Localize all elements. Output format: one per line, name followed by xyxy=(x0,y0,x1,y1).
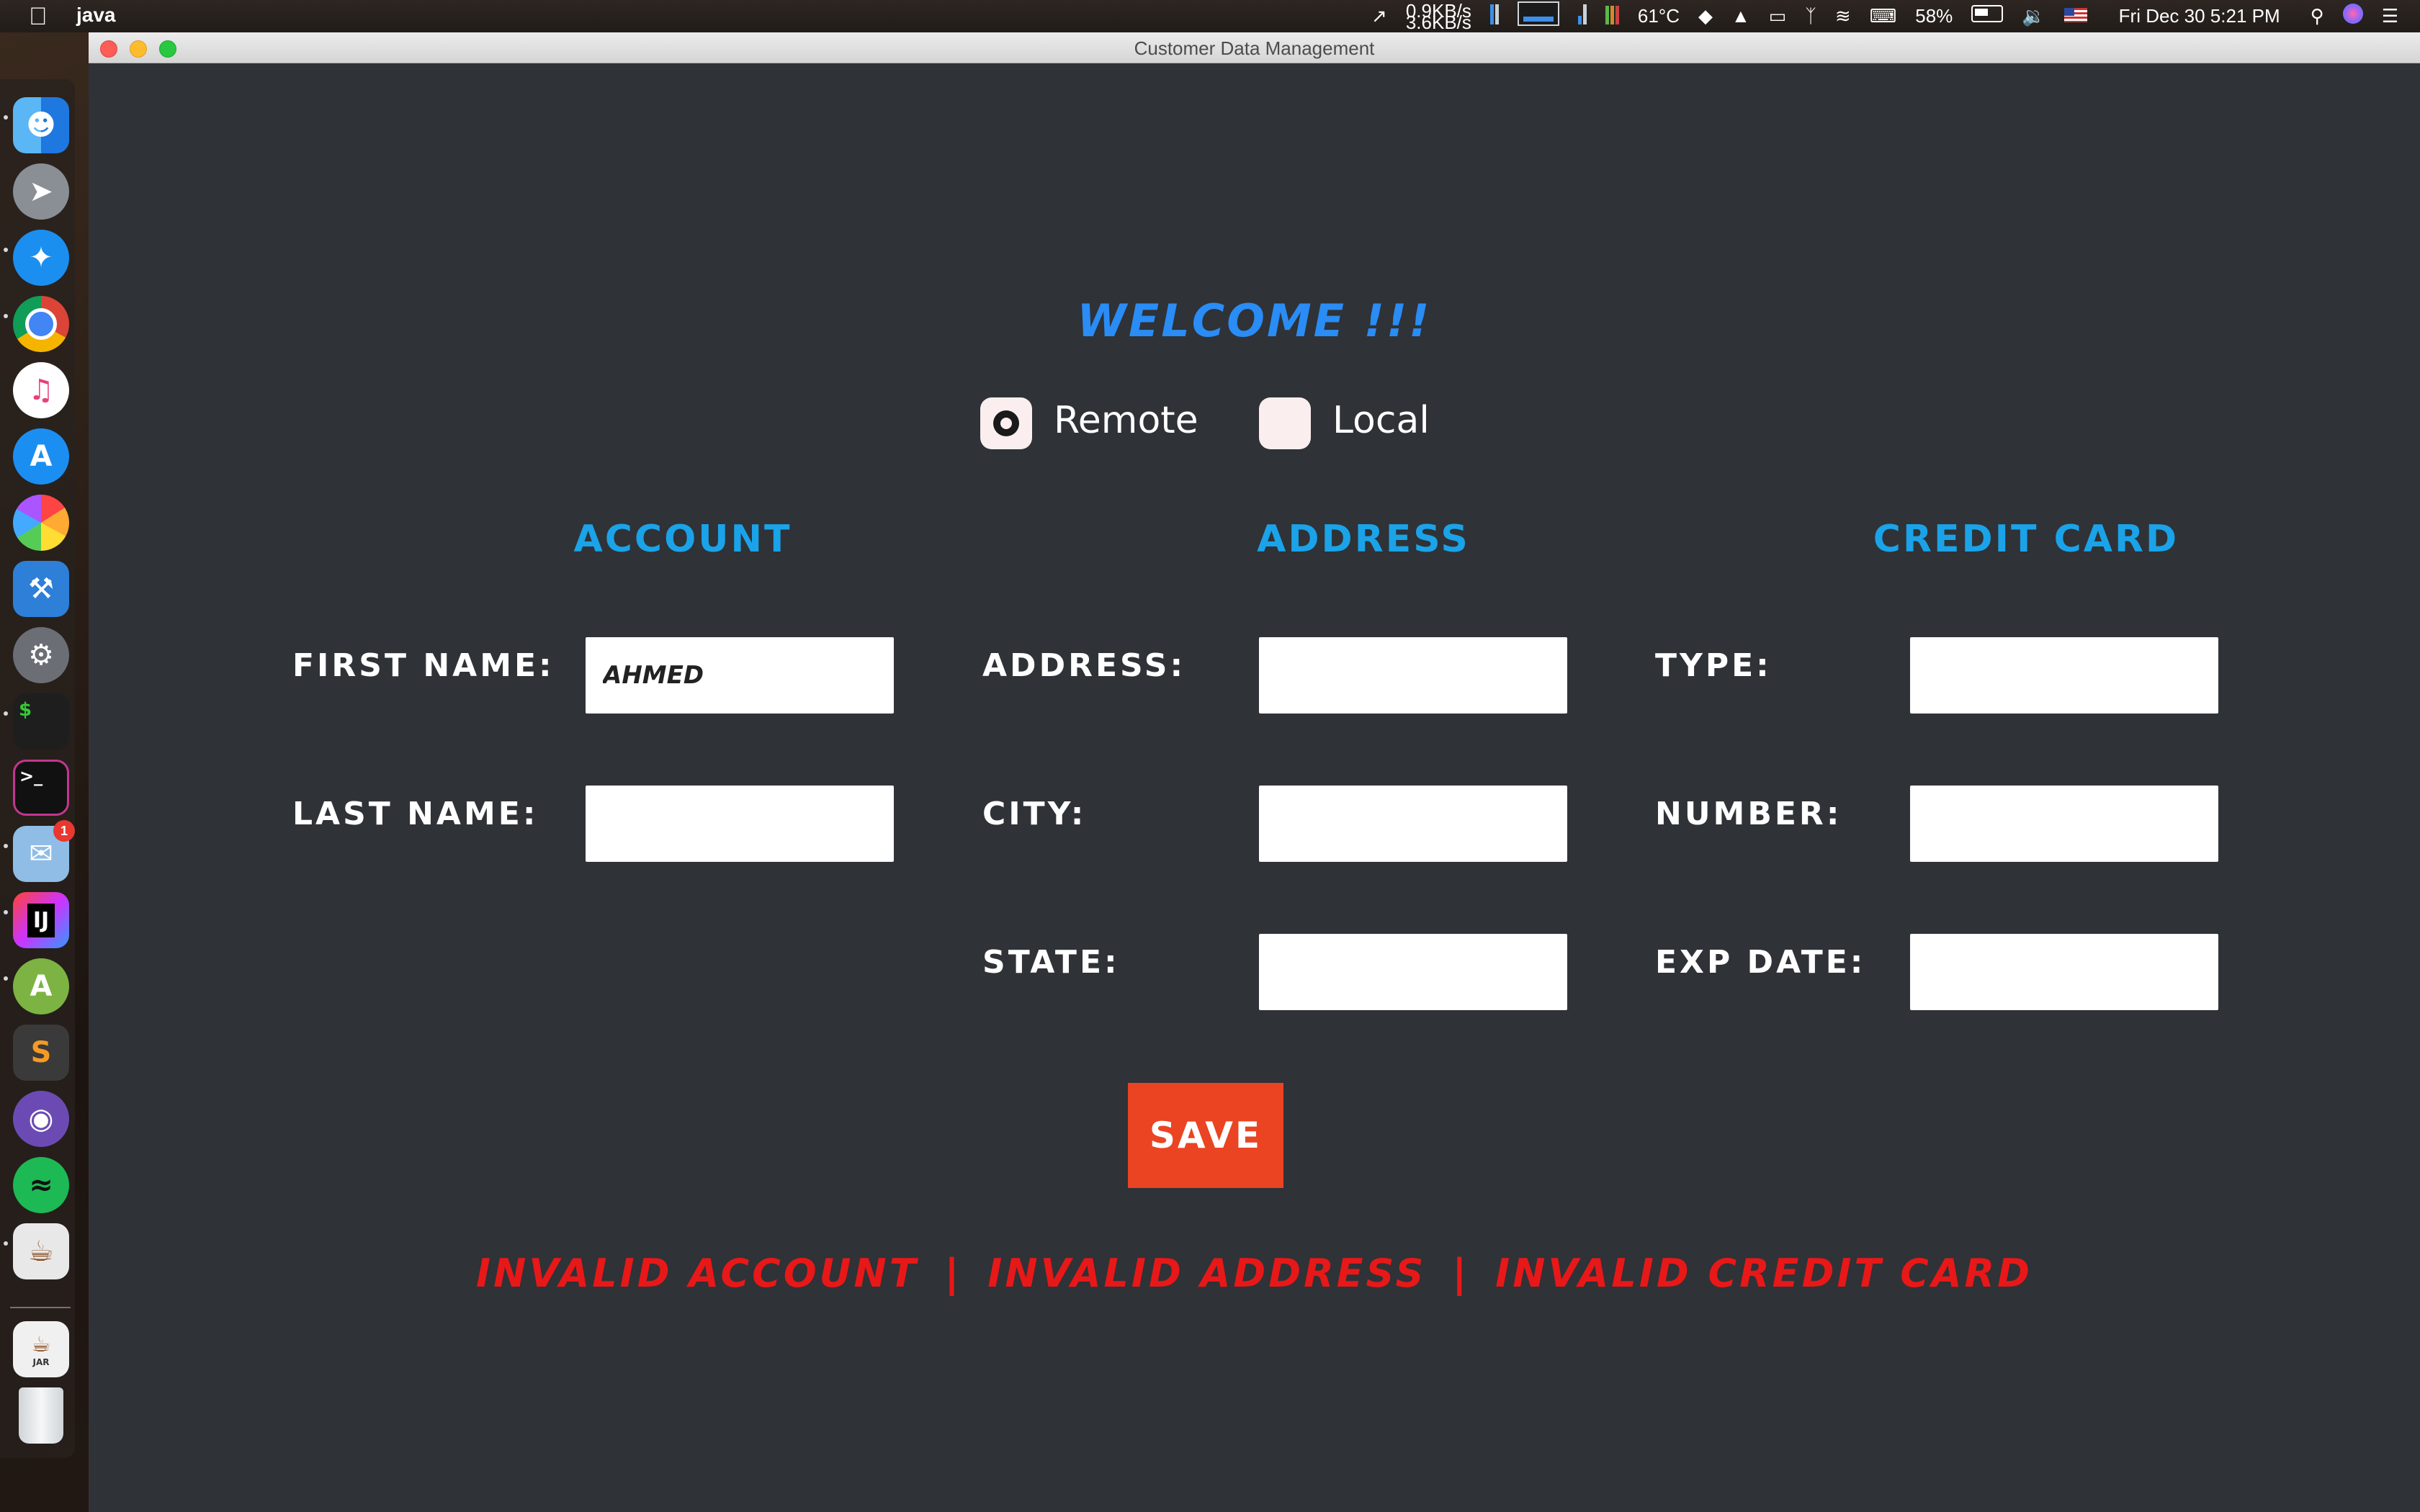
window-titlebar[interactable]: Customer Data Management xyxy=(89,32,2420,63)
window-title: Customer Data Management xyxy=(1134,37,1375,59)
running-indicator xyxy=(4,314,8,318)
terminal-icon[interactable]: $ xyxy=(13,693,69,750)
mail-icon[interactable]: ✉ 1 xyxy=(13,820,75,882)
last-name-label: LAST NAME: xyxy=(292,796,539,832)
safari-icon[interactable]: ✦ xyxy=(13,230,69,286)
siri-icon[interactable] xyxy=(2342,4,2363,29)
welcome-heading: WELCOME !!! xyxy=(1077,294,1432,347)
cpu-graph-icon[interactable] xyxy=(1517,1,1559,31)
trash-icon[interactable] xyxy=(19,1387,63,1444)
app-store-icon[interactable]: A xyxy=(13,428,69,485)
city-field[interactable] xyxy=(1259,786,1567,862)
keyboard-icon[interactable]: ⌨ xyxy=(1870,5,1897,27)
github-desktop-icon[interactable]: ◉ xyxy=(13,1091,69,1147)
iterm-icon[interactable]: >_ xyxy=(13,760,69,816)
remote-radio[interactable] xyxy=(980,397,1032,449)
invalid-credit-card-message: INVALID CREDIT CARD xyxy=(1495,1251,2033,1296)
google-drive-icon[interactable]: ▲ xyxy=(1731,5,1750,27)
network-speed[interactable]: 0.9KB/s 3.6KB/s xyxy=(1405,1,1471,33)
error-separator: | xyxy=(1452,1251,1470,1296)
dock: ☻ ➤ ✦ ♫ A ⚒ ⚙ $ >_ ✉ 1 IJ A S ◉ ≈ ☕ ☕ JAR xyxy=(0,79,75,1458)
memory-bar-icon[interactable] xyxy=(1489,3,1499,30)
input-source-flag-icon[interactable] xyxy=(2063,5,2087,27)
sensors-bars-icon[interactable] xyxy=(1605,3,1619,30)
finder-icon[interactable]: ☻ xyxy=(13,97,69,153)
first-name-field[interactable] xyxy=(586,637,894,714)
running-indicator xyxy=(4,115,8,120)
wifi-icon[interactable]: ≋ xyxy=(1835,5,1851,27)
validation-errors: INVALID ACCOUNT | INVALID ADDRESS | INVALID … xyxy=(89,1251,2420,1296)
card-type-label: TYPE: xyxy=(1655,647,1772,684)
volume-icon[interactable]: 🔉 xyxy=(2022,5,2045,27)
java-icon[interactable]: ☕ xyxy=(13,1223,69,1279)
chrome-icon[interactable] xyxy=(13,296,69,352)
temperature-reading[interactable]: 61°C xyxy=(1638,5,1680,27)
remote-radio-label[interactable]: Remote xyxy=(1054,399,1198,442)
airplay-icon[interactable]: ▭ xyxy=(1769,5,1787,27)
card-number-label: NUMBER: xyxy=(1655,796,1842,832)
dock-separator xyxy=(10,1307,71,1308)
notification-center-icon[interactable]: ☰ xyxy=(2382,5,2398,27)
exp-date-field[interactable] xyxy=(1910,934,2218,1010)
last-name-field[interactable] xyxy=(586,786,894,862)
itunes-icon[interactable]: ♫ xyxy=(13,362,69,418)
save-button[interactable]: SAVE xyxy=(1128,1083,1283,1188)
app-window: Customer Data Management WELCOME !!! Rem… xyxy=(89,32,2420,1512)
running-indicator xyxy=(4,1241,8,1246)
card-number-field[interactable] xyxy=(1910,786,2218,862)
form-content: WELCOME !!! Remote Local ACCOUNT ADDRESS… xyxy=(89,63,2420,1512)
network-download-speed: 3.6KB/s xyxy=(1405,11,1471,33)
invalid-address-message: INVALID ADDRESS xyxy=(987,1251,1427,1296)
app-menu-name[interactable]: java xyxy=(76,4,116,27)
local-radio[interactable] xyxy=(1259,397,1311,449)
photos-icon[interactable] xyxy=(13,495,69,551)
state-label: STATE: xyxy=(982,944,1120,981)
running-indicator xyxy=(4,910,8,914)
battery-icon[interactable] xyxy=(1971,5,2004,27)
invalid-account-message: INVALID ACCOUNT xyxy=(476,1251,919,1296)
running-indicator xyxy=(4,844,8,848)
sublime-text-icon[interactable]: S xyxy=(13,1025,69,1081)
network-arrows-icon: ↗ xyxy=(1371,5,1387,27)
xcode-icon[interactable]: ⚒ xyxy=(13,561,69,617)
bluetooth-icon[interactable]: ᛉ xyxy=(1805,5,1816,27)
running-indicator xyxy=(4,976,8,981)
mail-badge: 1 xyxy=(53,820,75,842)
intellij-icon[interactable]: IJ xyxy=(13,892,69,948)
jar-label: JAR xyxy=(32,1356,50,1367)
disk-bars-icon[interactable] xyxy=(1577,3,1587,30)
radio-selected-dot xyxy=(993,410,1019,436)
android-studio-icon[interactable]: A xyxy=(13,958,69,1014)
address-section-heading: ADDRESS xyxy=(1257,518,1470,561)
city-label: CITY: xyxy=(982,796,1087,832)
battery-percentage[interactable]: 58% xyxy=(1915,5,1953,27)
address-label: ADDRESS: xyxy=(982,647,1186,684)
apple-menu-icon[interactable]:  xyxy=(29,3,48,31)
error-separator: | xyxy=(944,1251,962,1296)
ethereum-icon[interactable]: ◆ xyxy=(1698,5,1713,27)
credit-card-section-heading: CREDIT CARD xyxy=(1873,518,2179,561)
clock[interactable]: Fri Dec 30 5:21 PM xyxy=(2119,5,2280,27)
spotlight-search-icon[interactable]: ⚲ xyxy=(2311,5,2324,27)
exp-date-label: EXP DATE: xyxy=(1655,944,1866,981)
address-field[interactable] xyxy=(1259,637,1567,714)
jar-file-icon[interactable]: ☕ JAR xyxy=(13,1321,69,1377)
state-field[interactable] xyxy=(1259,934,1567,1010)
status-area: ↗ 0.9KB/s 3.6KB/s 61°C ◆ ▲ ▭ ᛉ ≋ ⌨ 58% 🔉… xyxy=(1371,0,2420,32)
running-indicator xyxy=(4,711,8,716)
spotify-icon[interactable]: ≈ xyxy=(13,1157,69,1213)
system-preferences-icon[interactable]: ⚙ xyxy=(13,627,69,683)
menu-bar:  java ↗ 0.9KB/s 3.6KB/s 61°C ◆ ▲ ▭ ᛉ ≋ … xyxy=(0,0,2420,32)
launchpad-icon[interactable]: ➤ xyxy=(13,163,69,220)
local-radio-label[interactable]: Local xyxy=(1332,399,1430,442)
running-indicator xyxy=(4,248,8,252)
first-name-label: FIRST NAME: xyxy=(292,647,555,684)
card-type-field[interactable] xyxy=(1910,637,2218,714)
account-section-heading: ACCOUNT xyxy=(573,518,792,561)
